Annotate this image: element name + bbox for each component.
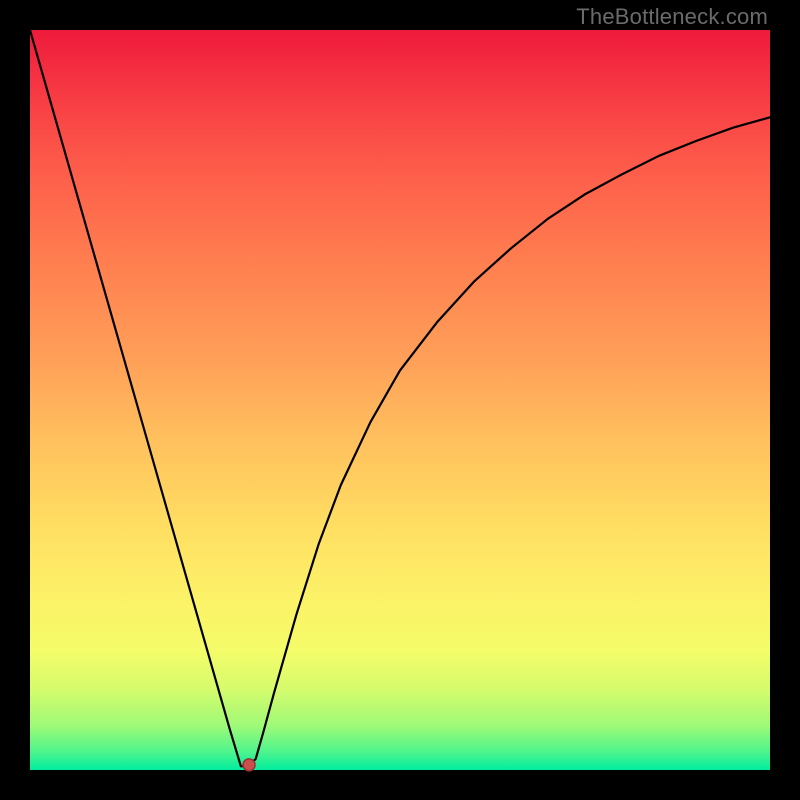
watermark-text: TheBottleneck.com bbox=[576, 4, 768, 30]
chart-frame: TheBottleneck.com bbox=[0, 0, 800, 800]
chart-curve bbox=[30, 30, 770, 766]
chart-curve-svg bbox=[30, 30, 770, 770]
plot-area bbox=[30, 30, 770, 770]
chart-marker-dot bbox=[243, 759, 255, 771]
